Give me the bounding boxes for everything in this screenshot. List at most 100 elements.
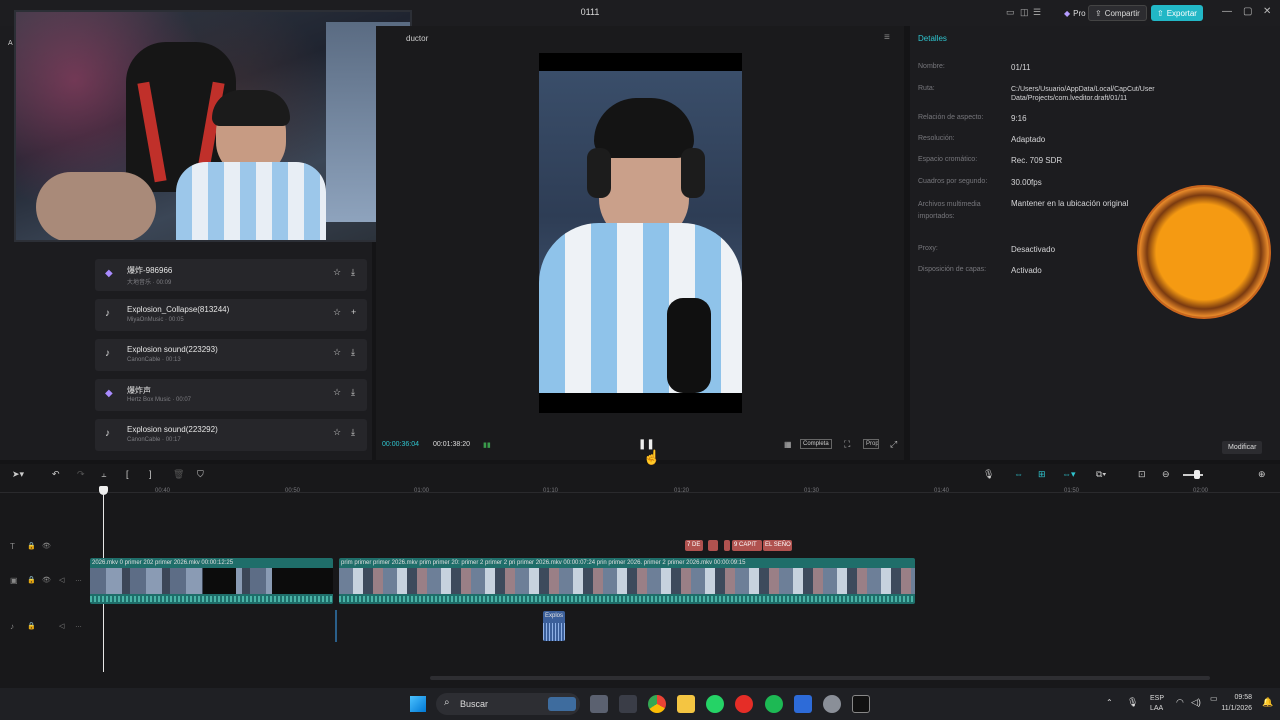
wifi-icon[interactable]: ◠	[1176, 697, 1184, 708]
speaker-icon[interactable]: ◁	[59, 622, 64, 630]
file-explorer-icon[interactable]	[677, 695, 695, 713]
modify-button[interactable]: Modificar	[1222, 441, 1263, 454]
panels-icon[interactable]: ◫	[1020, 7, 1029, 18]
snap-icon[interactable]: ⇔▾	[1062, 469, 1076, 480]
shield-icon[interactable]: ⛉	[197, 469, 204, 480]
capcut-icon[interactable]	[852, 695, 870, 713]
panel-tab[interactable]: A	[8, 40, 13, 47]
language-layout[interactable]: LAA	[1150, 705, 1163, 712]
microphone-icon[interactable]: 🎙	[983, 469, 994, 480]
lock-icon[interactable]: 🔒	[27, 622, 36, 630]
lock-icon[interactable]: 🔒	[27, 542, 36, 550]
microphone-shape	[667, 298, 711, 393]
more-icon[interactable]: …	[75, 622, 82, 629]
youtube-icon[interactable]	[735, 695, 753, 713]
video-clip[interactable]: prim primer primer 2026.mkv prim primer …	[339, 558, 915, 604]
sound-title: Explosion sound(223293)	[127, 345, 218, 354]
maximize-icon[interactable]: ▢	[1243, 6, 1252, 17]
favorite-icon[interactable]: ☆	[333, 267, 341, 278]
magnet-icon[interactable]: ⊞	[1038, 469, 1046, 480]
download-icon[interactable]: ⤓	[351, 267, 355, 278]
store-icon[interactable]	[619, 695, 637, 713]
favorite-icon[interactable]: ☆	[333, 427, 341, 438]
zoom-in-icon[interactable]: ⊕	[1258, 469, 1266, 480]
text-clip[interactable]: EL SEÑO	[763, 540, 792, 551]
pro-label: Pro	[1073, 8, 1086, 18]
grid-icon[interactable]: ▦	[784, 440, 792, 449]
eye-icon[interactable]: 👁	[42, 576, 51, 584]
clock-time[interactable]: 09:58	[1228, 694, 1252, 701]
speaker-icon[interactable]: ◁	[59, 576, 64, 584]
more-icon[interactable]: …	[75, 576, 82, 583]
layout-icon[interactable]: ▭	[1006, 7, 1015, 18]
task-view-icon[interactable]	[590, 695, 608, 713]
battery-icon[interactable]: ▭	[1210, 694, 1218, 703]
jersey-shape	[539, 223, 742, 393]
redo-icon[interactable]: ↷	[77, 469, 85, 480]
settings-app-icon[interactable]	[823, 695, 841, 713]
select-tool-icon[interactable]: ➤▾	[12, 469, 24, 480]
zoom-slider[interactable]	[1183, 474, 1203, 476]
spotify-icon[interactable]	[765, 695, 783, 713]
details-title: Detalles	[918, 34, 947, 43]
text-clip[interactable]	[724, 540, 730, 551]
zoom-out-icon[interactable]: ⊖	[1162, 469, 1170, 480]
notification-icon[interactable]: 🔔	[1262, 697, 1273, 708]
search-box[interactable]: ⌕ Buscar	[436, 693, 580, 715]
download-icon[interactable]: ⤓	[351, 427, 355, 438]
share-button[interactable]: ⇪ Compartir	[1088, 5, 1147, 21]
delete-icon[interactable]: 🗑	[173, 469, 184, 480]
list-item[interactable]: ◆ 爆炸-986966 大地音乐 · 00:09 ☆ ⤓	[95, 259, 367, 291]
close-icon[interactable]: ✕	[1263, 6, 1271, 17]
favorite-icon[interactable]: ☆	[333, 307, 341, 318]
list-item[interactable]: ♪ Explosion sound(223292) CanonCable · 0…	[95, 419, 367, 451]
caption-icon[interactable]: ⊡	[1138, 469, 1146, 480]
chevron-up-icon[interactable]: ⌃	[1106, 698, 1113, 707]
download-icon[interactable]: ⤓	[351, 347, 355, 358]
chrome-icon[interactable]	[648, 695, 666, 713]
list-item[interactable]: ◆ 爆炸声 Hertz Box Music · 00:07 ☆ ⤓	[95, 379, 367, 411]
trim-left-icon[interactable]: [	[126, 469, 129, 479]
player-menu-icon[interactable]: ≡	[884, 32, 890, 43]
microphone-icon[interactable]: 🎙	[1127, 697, 1138, 708]
pro-button[interactable]: ◆ Pro	[1058, 5, 1092, 21]
volume-icon[interactable]: ◁)	[1191, 697, 1201, 708]
split-icon[interactable]: ⫠	[101, 469, 106, 480]
sound-subtitle: CanonCable · 00:17	[127, 437, 181, 443]
clock-date[interactable]: 11/1/2026	[1212, 705, 1252, 712]
text-clip[interactable]: 9 CAPIT	[732, 540, 762, 551]
language-indicator[interactable]: ESP	[1150, 695, 1164, 702]
add-icon[interactable]: +	[351, 307, 356, 317]
detail-value: C:/Users/Usuario/AppData/Local/CapCut/Us…	[1011, 86, 1155, 102]
fit-selector[interactable]: Completa	[800, 439, 832, 449]
trim-right-icon[interactable]: ]	[149, 469, 152, 479]
list-item[interactable]: ♪ Explosion_Collapse(813244) MiyaOnMusic…	[95, 299, 367, 331]
crop-icon[interactable]: ⛶	[844, 439, 850, 450]
eye-icon[interactable]: 👁	[42, 542, 51, 550]
app-icon[interactable]	[794, 695, 812, 713]
favorite-icon[interactable]: ☆	[333, 387, 341, 398]
ratio-button[interactable]: Proporción	[863, 439, 879, 449]
fullscreen-icon[interactable]: ⤢	[890, 439, 897, 450]
export-button[interactable]: ⇧ Exportar	[1151, 5, 1203, 21]
taskbar: ⌕ Buscar ⌃ 🎙 ESP LAA ◠ ◁) ▭ 09:58 11/1/2…	[0, 688, 1280, 720]
horizontal-scrollbar[interactable]	[430, 676, 1210, 680]
zoom-handle[interactable]	[1194, 470, 1200, 479]
menu-icon[interactable]: ☰	[1033, 7, 1041, 18]
preview-axis-icon[interactable]: ⧉▾	[1096, 469, 1106, 480]
audio-waveform	[90, 596, 333, 602]
download-icon[interactable]: ⤓	[351, 387, 355, 398]
lock-icon[interactable]: 🔒	[27, 576, 36, 584]
detail-value: Rec. 709 SDR	[1011, 156, 1063, 165]
link-icon[interactable]: ⇔	[1014, 469, 1023, 479]
video-clip[interactable]: 2026.mkv 0 primer 202 primer 2026.mkv 00…	[90, 558, 333, 604]
undo-icon[interactable]: ↶	[52, 469, 60, 480]
text-clip[interactable]	[708, 540, 718, 551]
favorite-icon[interactable]: ☆	[333, 347, 341, 358]
text-clip[interactable]: 7 DE	[685, 540, 703, 551]
audio-clip[interactable]: Explos	[543, 611, 565, 641]
windows-start-icon[interactable]	[410, 696, 426, 712]
list-item[interactable]: ♪ Explosion sound(223293) CanonCable · 0…	[95, 339, 367, 371]
minimize-icon[interactable]: —	[1222, 6, 1232, 17]
whatsapp-icon[interactable]	[706, 695, 724, 713]
